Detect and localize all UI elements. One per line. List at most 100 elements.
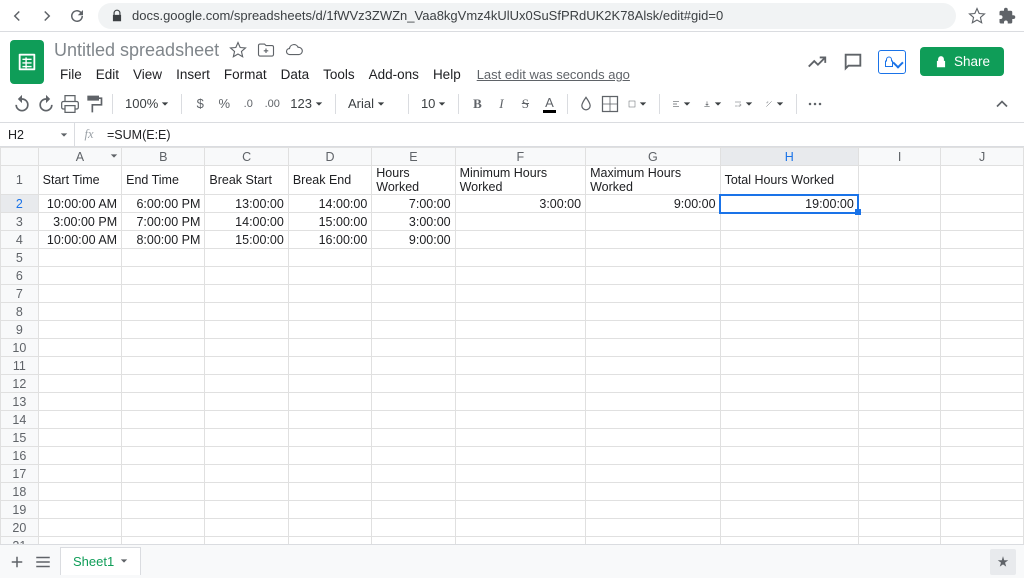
cell[interactable] xyxy=(38,501,121,519)
cell[interactable] xyxy=(941,321,1024,339)
cell[interactable] xyxy=(586,501,720,519)
sheet-tab[interactable]: Sheet1 xyxy=(60,547,141,575)
sheets-logo[interactable] xyxy=(10,40,44,84)
row-header[interactable]: 2 xyxy=(1,195,39,213)
cell[interactable] xyxy=(941,483,1024,501)
cell[interactable] xyxy=(858,285,941,303)
percent-icon[interactable]: % xyxy=(214,94,234,114)
cloud-status-icon[interactable] xyxy=(285,41,303,59)
cell[interactable] xyxy=(455,231,585,249)
formula-input[interactable]: =SUM(E:E) xyxy=(103,128,1024,142)
cell[interactable] xyxy=(122,285,205,303)
cell[interactable] xyxy=(858,321,941,339)
cell[interactable]: 16:00:00 xyxy=(288,231,371,249)
menu-item-help[interactable]: Help xyxy=(427,64,467,85)
cell[interactable]: 10:00:00 AM xyxy=(38,195,121,213)
cell[interactable] xyxy=(205,303,288,321)
doc-title[interactable]: Untitled spreadsheet xyxy=(54,40,219,61)
cell[interactable] xyxy=(205,375,288,393)
cell[interactable] xyxy=(38,375,121,393)
name-box[interactable]: H2 xyxy=(0,128,74,142)
cell[interactable] xyxy=(858,357,941,375)
cell[interactable] xyxy=(288,393,371,411)
explore-button[interactable] xyxy=(990,549,1016,575)
cell[interactable]: Break Start xyxy=(205,166,288,195)
decrease-decimal-icon[interactable]: .0 xyxy=(238,94,258,114)
cell[interactable] xyxy=(941,267,1024,285)
column-header-C[interactable]: C xyxy=(205,148,288,166)
cell[interactable] xyxy=(38,339,121,357)
redo-icon[interactable] xyxy=(36,94,56,114)
cell[interactable] xyxy=(720,501,858,519)
cell[interactable] xyxy=(858,501,941,519)
cell[interactable] xyxy=(720,357,858,375)
cell[interactable] xyxy=(372,393,455,411)
cell[interactable]: 7:00:00 PM xyxy=(122,213,205,231)
cell[interactable] xyxy=(205,339,288,357)
cell[interactable] xyxy=(455,339,585,357)
cell[interactable] xyxy=(288,249,371,267)
row-header[interactable]: 15 xyxy=(1,429,39,447)
row-header[interactable]: 12 xyxy=(1,375,39,393)
cell[interactable] xyxy=(38,447,121,465)
cell[interactable] xyxy=(720,519,858,537)
share-button[interactable]: Share xyxy=(920,47,1004,76)
cell[interactable] xyxy=(122,321,205,339)
row-header[interactable]: 20 xyxy=(1,519,39,537)
cell[interactable] xyxy=(586,339,720,357)
cell[interactable] xyxy=(288,357,371,375)
cell[interactable] xyxy=(205,519,288,537)
menu-item-tools[interactable]: Tools xyxy=(317,64,361,85)
cell[interactable] xyxy=(586,411,720,429)
cell[interactable]: 10:00:00 AM xyxy=(38,231,121,249)
cell[interactable] xyxy=(941,303,1024,321)
collapse-toolbar-icon[interactable] xyxy=(992,94,1012,114)
cell[interactable] xyxy=(455,357,585,375)
cell[interactable] xyxy=(858,213,941,231)
cell[interactable] xyxy=(455,303,585,321)
column-header-A[interactable]: A xyxy=(38,148,121,166)
cell[interactable]: Break End xyxy=(288,166,371,195)
cell[interactable] xyxy=(372,339,455,357)
row-header[interactable]: 4 xyxy=(1,231,39,249)
cell[interactable]: 9:00:00 xyxy=(586,195,720,213)
cell[interactable]: 3:00:00 PM xyxy=(38,213,121,231)
cell[interactable] xyxy=(858,483,941,501)
cell[interactable] xyxy=(122,501,205,519)
cell[interactable] xyxy=(586,249,720,267)
cell[interactable] xyxy=(288,519,371,537)
cell[interactable]: 6:00:00 PM xyxy=(122,195,205,213)
row-header[interactable]: 19 xyxy=(1,501,39,519)
cell[interactable]: Minimum Hours Worked xyxy=(455,166,585,195)
menu-item-view[interactable]: View xyxy=(127,64,168,85)
cell[interactable] xyxy=(38,303,121,321)
row-header[interactable]: 11 xyxy=(1,357,39,375)
menu-item-edit[interactable]: Edit xyxy=(90,64,125,85)
column-header-F[interactable]: F xyxy=(455,148,585,166)
cell[interactable] xyxy=(455,213,585,231)
increase-decimal-icon[interactable]: .00 xyxy=(262,94,282,114)
cell[interactable] xyxy=(941,231,1024,249)
cell[interactable] xyxy=(941,519,1024,537)
currency-icon[interactable]: $ xyxy=(190,94,210,114)
cell[interactable] xyxy=(720,321,858,339)
cell[interactable] xyxy=(858,429,941,447)
cell[interactable] xyxy=(205,483,288,501)
cell[interactable]: Total Hours Worked xyxy=(720,166,858,195)
back-icon[interactable] xyxy=(8,7,26,25)
menu-item-insert[interactable]: Insert xyxy=(170,64,216,85)
cell[interactable]: 19:00:00 xyxy=(720,195,858,213)
cell[interactable] xyxy=(720,303,858,321)
cell[interactable] xyxy=(941,429,1024,447)
cell[interactable] xyxy=(205,357,288,375)
cell[interactable] xyxy=(586,483,720,501)
cell[interactable] xyxy=(205,465,288,483)
cell[interactable] xyxy=(122,303,205,321)
italic-icon[interactable]: I xyxy=(491,94,511,114)
cell[interactable]: 3:00:00 xyxy=(372,213,455,231)
select-all-corner[interactable] xyxy=(1,148,39,166)
cell[interactable] xyxy=(720,231,858,249)
cell[interactable] xyxy=(586,303,720,321)
fill-color-icon[interactable] xyxy=(576,94,596,114)
address-bar[interactable]: docs.google.com/spreadsheets/d/1fWVz3ZWZ… xyxy=(98,3,956,29)
